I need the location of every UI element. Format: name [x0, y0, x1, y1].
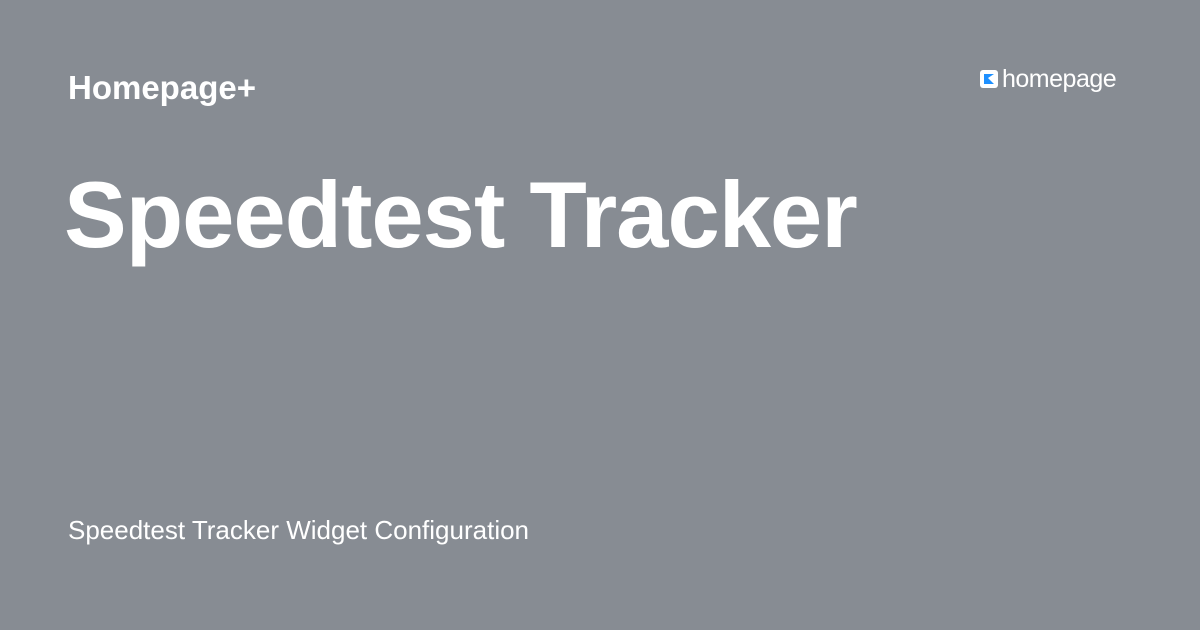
page-title: Speedtest Tracker [64, 162, 858, 267]
logo-text: homepage [1002, 65, 1117, 93]
homepage-logo: homepage [980, 64, 1117, 94]
social-card: Homepage+ homepage Speedtest Tracker Spe… [0, 0, 1200, 630]
page-description: Speedtest Tracker Widget Configuration [68, 515, 530, 545]
homepage-logo-icon [980, 70, 998, 88]
site-name: Homepage+ [68, 69, 256, 106]
